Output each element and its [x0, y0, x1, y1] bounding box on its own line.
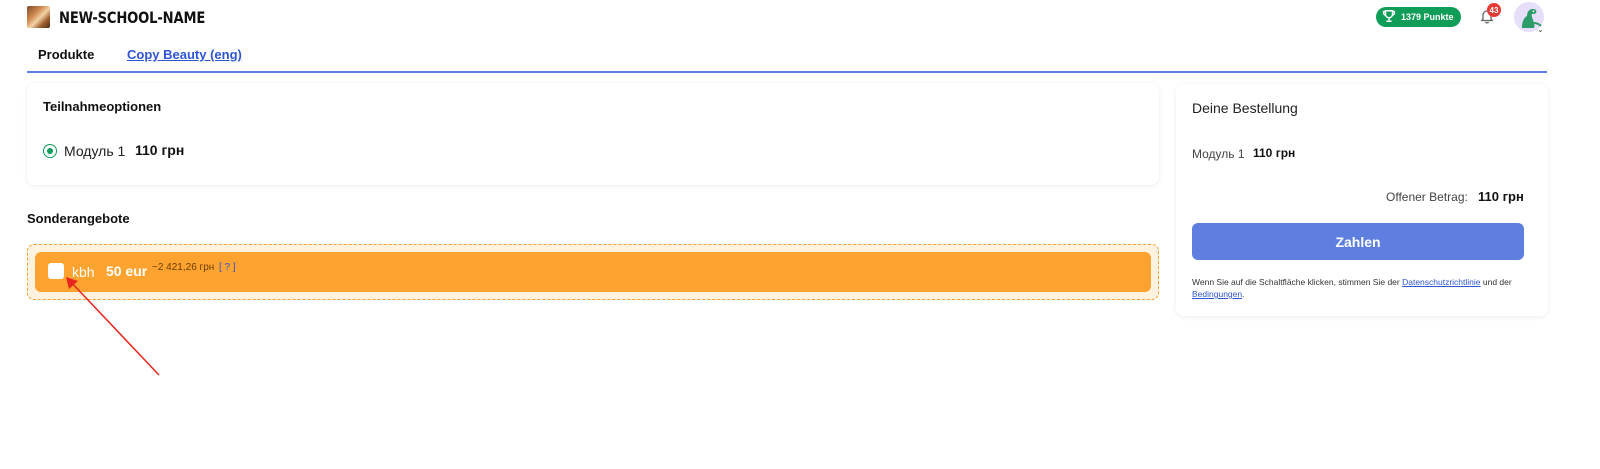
points-badge[interactable]: 1379 Punkte [1376, 7, 1461, 27]
school-logo[interactable] [27, 6, 50, 28]
special-offers-title: Sonderangebote [27, 211, 130, 226]
order-title: Deine Bestellung [1192, 100, 1298, 116]
conditions-link[interactable]: Bedingungen [1192, 289, 1242, 299]
breadcrumb: Produkte Copy Beauty (eng) [27, 46, 1547, 73]
options-title: Teilnahmeoptionen [43, 99, 162, 114]
open-amount-value: 110 грн [1478, 189, 1524, 204]
trophy-icon [1382, 9, 1396, 25]
school-name[interactable]: NEW-SCHOOL-NAME [59, 8, 205, 27]
privacy-policy-link[interactable]: Datenschutzrichtlinie [1402, 277, 1480, 287]
terms-notice: Wenn Sie auf die Schaltfläche klicken, s… [1192, 276, 1532, 300]
chevron-down-icon[interactable]: ⌄ [1537, 25, 1544, 34]
terms-text-2: und der [1480, 277, 1512, 287]
open-amount-label: Offener Betrag: [1386, 190, 1468, 204]
order-summary-card: Deine Bestellung Модуль 1 110 грн Offene… [1176, 84, 1548, 316]
top-bar: NEW-SCHOOL-NAME 1379 Punkte 43 ⌄ [0, 0, 1600, 38]
participation-options-card: Teilnahmeoptionen Модуль 1 110 грн [27, 83, 1159, 185]
order-item-name: Модуль 1 [1192, 147, 1245, 161]
pay-button[interactable]: Zahlen [1192, 223, 1524, 260]
terms-text-3: . [1242, 289, 1245, 299]
module-radio[interactable] [43, 144, 57, 158]
special-offer-help-link[interactable]: [ ? ] [219, 262, 236, 273]
notification-count-badge[interactable]: 43 [1487, 3, 1501, 17]
breadcrumb-prefix: Produkte [38, 47, 95, 62]
points-label: 1379 Punkte [1401, 12, 1454, 22]
annotation-arrow-icon [66, 277, 160, 376]
option-name[interactable]: Модуль 1 [64, 143, 125, 159]
terms-text-1: Wenn Sie auf die Schaltfläche klicken, s… [1192, 277, 1403, 287]
option-price: 110 грн [135, 142, 185, 158]
order-item-price: 110 грн [1253, 146, 1296, 160]
breadcrumb-product-link[interactable]: Copy Beauty (eng) [127, 47, 242, 62]
